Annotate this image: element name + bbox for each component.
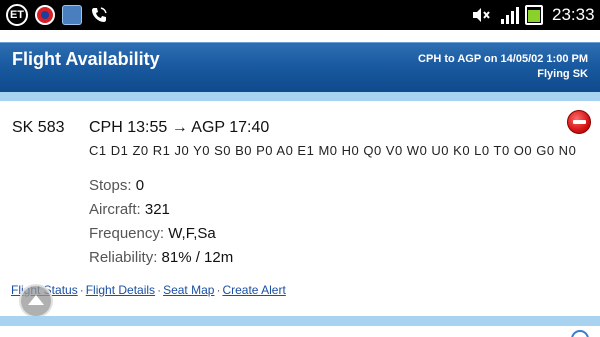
aircraft-value: 321 — [144, 201, 170, 218]
next-card-peek — [0, 326, 600, 337]
section-divider — [0, 316, 600, 326]
aircraft-label: Aircraft: — [89, 201, 141, 218]
flight-card: SK 583 CPH 13:55 → AGP 17:40 C1 D1 Z0 R1… — [0, 101, 600, 316]
carrier-name: Flying SK — [537, 68, 588, 80]
link-separator: · — [79, 283, 84, 297]
site-logo-strip — [0, 30, 600, 42]
create-alert-link[interactable]: Create Alert — [222, 283, 285, 297]
aircraft-row: Aircraft: 321 — [89, 201, 170, 218]
search-route-info: CPH to AGP on 14/05/02 1:00 PM — [418, 53, 588, 65]
status-bar: ET 23:33 — [0, 0, 600, 30]
reliability-value: 81% / 12m — [161, 249, 234, 266]
frequency-row: Frequency: W,F,Sa — [89, 225, 216, 242]
link-separator: · — [157, 283, 162, 297]
calendar-app-icon[interactable] — [61, 3, 83, 27]
seat-map-link[interactable]: Seat Map — [163, 283, 214, 297]
page-title: Flight Availability — [12, 49, 160, 69]
reliability-row: Reliability: 81% / 12m — [89, 249, 233, 266]
link-separator: · — [216, 283, 221, 297]
battery-icon — [524, 3, 544, 27]
reliability-label: Reliability: — [89, 249, 158, 266]
minus-icon — [572, 120, 586, 124]
stops-row: Stops: 0 — [89, 177, 144, 194]
scroll-top-button[interactable] — [19, 284, 53, 318]
record-icon[interactable] — [34, 3, 56, 27]
mute-icon — [470, 3, 492, 27]
flight-number: SK 583 — [12, 119, 65, 136]
arrow-up-icon — [28, 294, 44, 305]
flight-links: Flight Status·Flight Details·Seat Map·Cr… — [11, 283, 286, 297]
et-badge-icon[interactable]: ET — [6, 4, 28, 26]
remove-flight-button[interactable] — [567, 110, 591, 134]
clock: 23:33 — [552, 5, 595, 24]
frequency-label: Frequency: — [89, 225, 165, 242]
flight-route: CPH 13:55 → AGP 17:40 — [89, 119, 270, 136]
stops-label: Stops: — [89, 177, 132, 194]
section-divider — [0, 92, 600, 101]
booking-classes: C1 D1 Z0 R1 J0 Y0 S0 B0 P0 A0 E1 M0 H0 Q… — [89, 143, 577, 158]
flight-details-link[interactable]: Flight Details — [86, 283, 155, 297]
frequency-value: W,F,Sa — [168, 225, 216, 242]
stops-value: 0 — [135, 177, 145, 194]
site-logo — [210, 30, 237, 42]
phone-icon[interactable] — [88, 3, 110, 27]
title-bar: Flight Availability CPH to AGP on 14/05/… — [0, 42, 600, 92]
signal-icon — [498, 3, 520, 27]
